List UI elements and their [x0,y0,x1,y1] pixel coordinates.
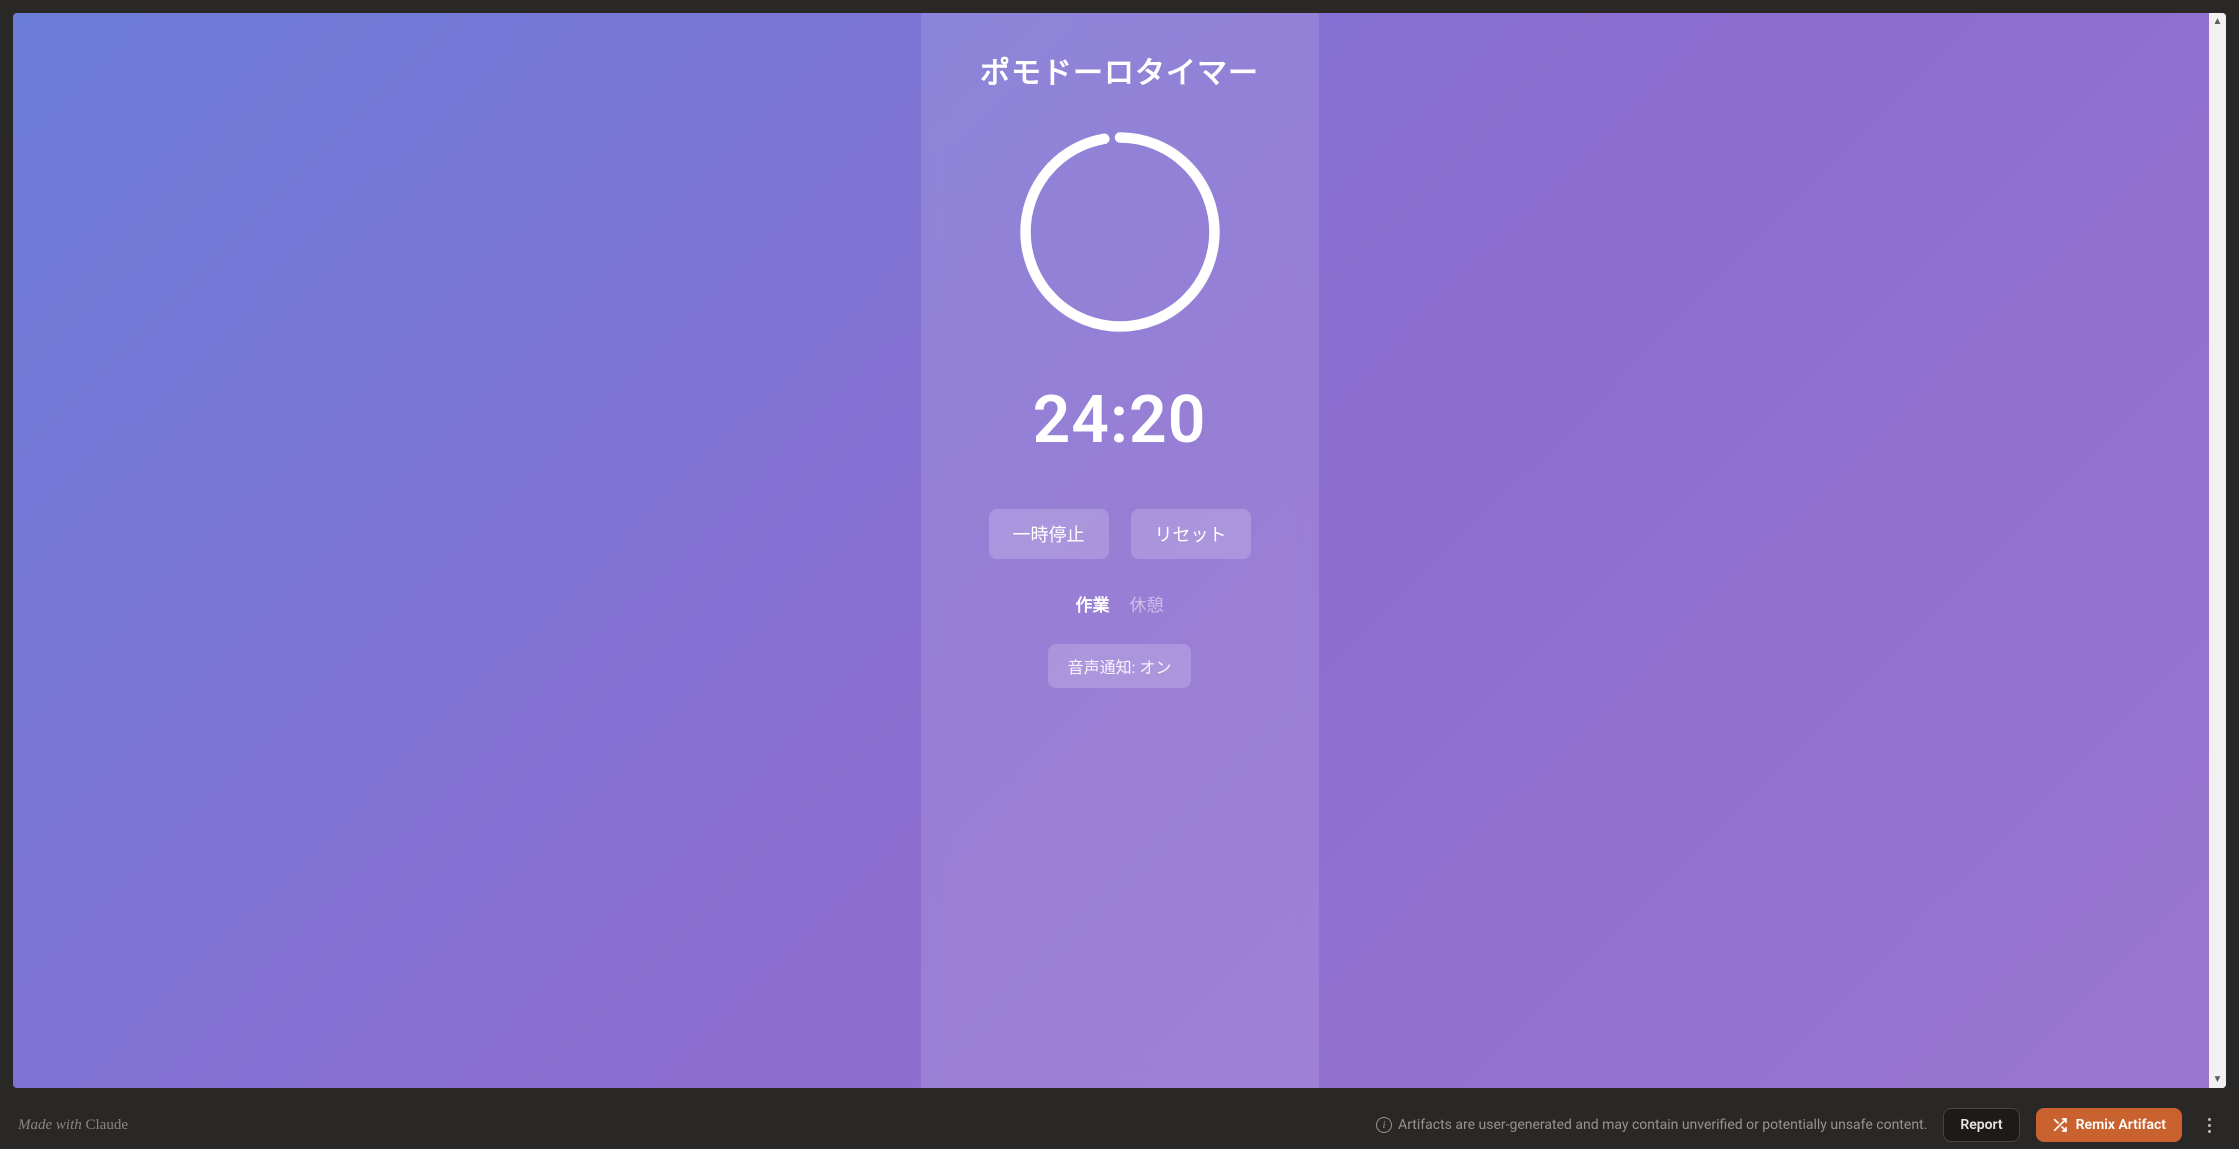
report-button[interactable]: Report [1943,1108,2019,1142]
shuffle-icon [2052,1117,2068,1133]
mode-work[interactable]: 作業 [1076,591,1110,616]
footer-bar: Made with Claude i Artifacts are user-ge… [0,1101,2239,1149]
app-title: ポモドーロタイマー [980,48,1259,92]
artifact-viewport: ポモドーロタイマー 24:20 一時停止 リセット 作業 休憩 音声通知: オン… [13,13,2226,1088]
info-icon: i [1376,1117,1392,1133]
remix-label: Remix Artifact [2076,1117,2166,1133]
scroll-down-arrow-icon[interactable]: ▼ [2209,1071,2226,1088]
more-options-button[interactable] [2198,1112,2221,1139]
artifact-warning: i Artifacts are user-generated and may c… [1376,1117,1927,1133]
kebab-icon [2208,1118,2211,1121]
remix-artifact-button[interactable]: Remix Artifact [2036,1108,2182,1142]
reset-button[interactable]: リセット [1131,509,1251,559]
scroll-up-arrow-icon[interactable]: ▲ [2209,13,2226,30]
control-buttons: 一時停止 リセット [989,509,1251,559]
made-with-claude-label: Made with Claude [18,1117,128,1134]
mode-selector: 作業 休憩 [1076,591,1164,616]
pomodoro-card: ポモドーロタイマー 24:20 一時停止 リセット 作業 休憩 音声通知: オン [921,13,1319,1088]
sound-toggle-button[interactable]: 音声通知: オン [1048,644,1192,688]
progress-ring [1015,127,1225,337]
pause-button[interactable]: 一時停止 [989,509,1109,559]
timer-display: 24:20 [1033,382,1207,459]
scrollbar[interactable]: ▲ ▼ [2209,13,2226,1088]
mode-break[interactable]: 休憩 [1130,591,1164,616]
warning-text: Artifacts are user-generated and may con… [1398,1117,1927,1133]
